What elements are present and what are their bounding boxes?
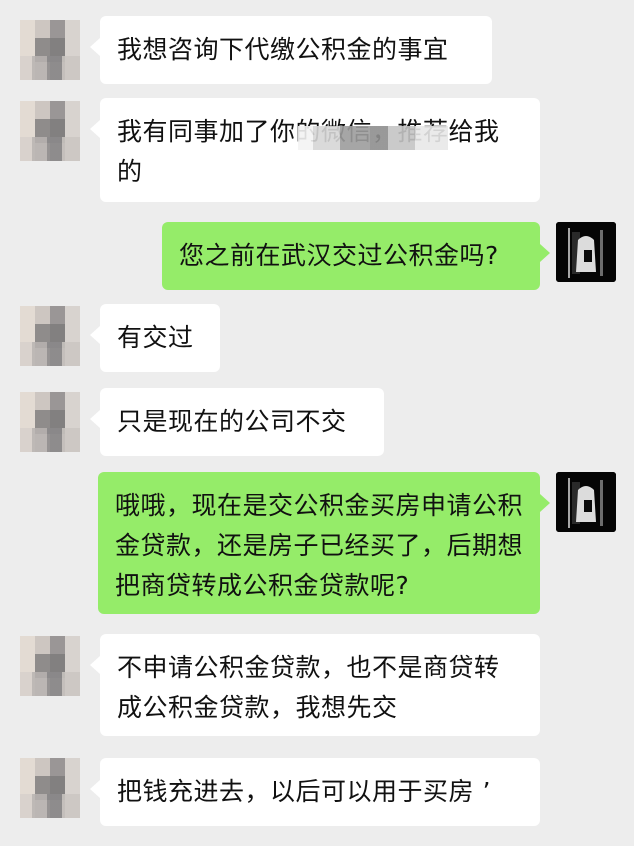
contact-avatar[interactable] <box>20 101 80 161</box>
user-avatar[interactable] <box>556 222 616 282</box>
contact-avatar[interactable] <box>20 636 80 696</box>
message-bubble-incoming: 不申请公积金贷款，也不是商贷转成公积金贷款，我想先交 <box>90 634 540 736</box>
message-text: 哦哦，现在是交公积金买房申请公积金贷款，还是房子已经买了，后期想把商贷转成公积金… <box>115 491 524 600</box>
message-bubble-outgoing: 您之前在武汉交过公积金吗? <box>162 222 550 290</box>
message-bubble-incoming: 我有同事加了你的微信，推荐给我的 <box>90 98 540 202</box>
redacted-mosaic <box>298 126 448 150</box>
message-bubble-outgoing: 哦哦，现在是交公积金买房申请公积金贷款，还是房子已经买了，后期想把商贷转成公积金… <box>98 472 550 614</box>
message-text: 您之前在武汉交过公积金吗? <box>179 241 499 270</box>
message-text: 把钱充进去，以后可以用于买房 ’ <box>117 777 491 806</box>
message-bubble-incoming: 把钱充进去，以后可以用于买房 ’ <box>90 758 540 826</box>
contact-avatar[interactable] <box>20 392 80 452</box>
message-text: 只是现在的公司不交 <box>117 407 347 436</box>
contact-avatar[interactable] <box>20 306 80 366</box>
message-text: 我想咨询下代缴公积金的事宜 <box>117 35 449 64</box>
contact-avatar[interactable] <box>20 758 80 818</box>
message-bubble-incoming: 有交过 <box>90 304 220 372</box>
user-avatar[interactable] <box>556 472 616 532</box>
message-bubble-incoming: 只是现在的公司不交 <box>90 388 384 456</box>
message-text: 不申请公积金贷款，也不是商贷转成公积金贷款，我想先交 <box>117 653 500 722</box>
message-bubble-incoming: 我想咨询下代缴公积金的事宜 <box>90 16 492 84</box>
message-text: 有交过 <box>117 323 194 352</box>
contact-avatar[interactable] <box>20 20 80 80</box>
